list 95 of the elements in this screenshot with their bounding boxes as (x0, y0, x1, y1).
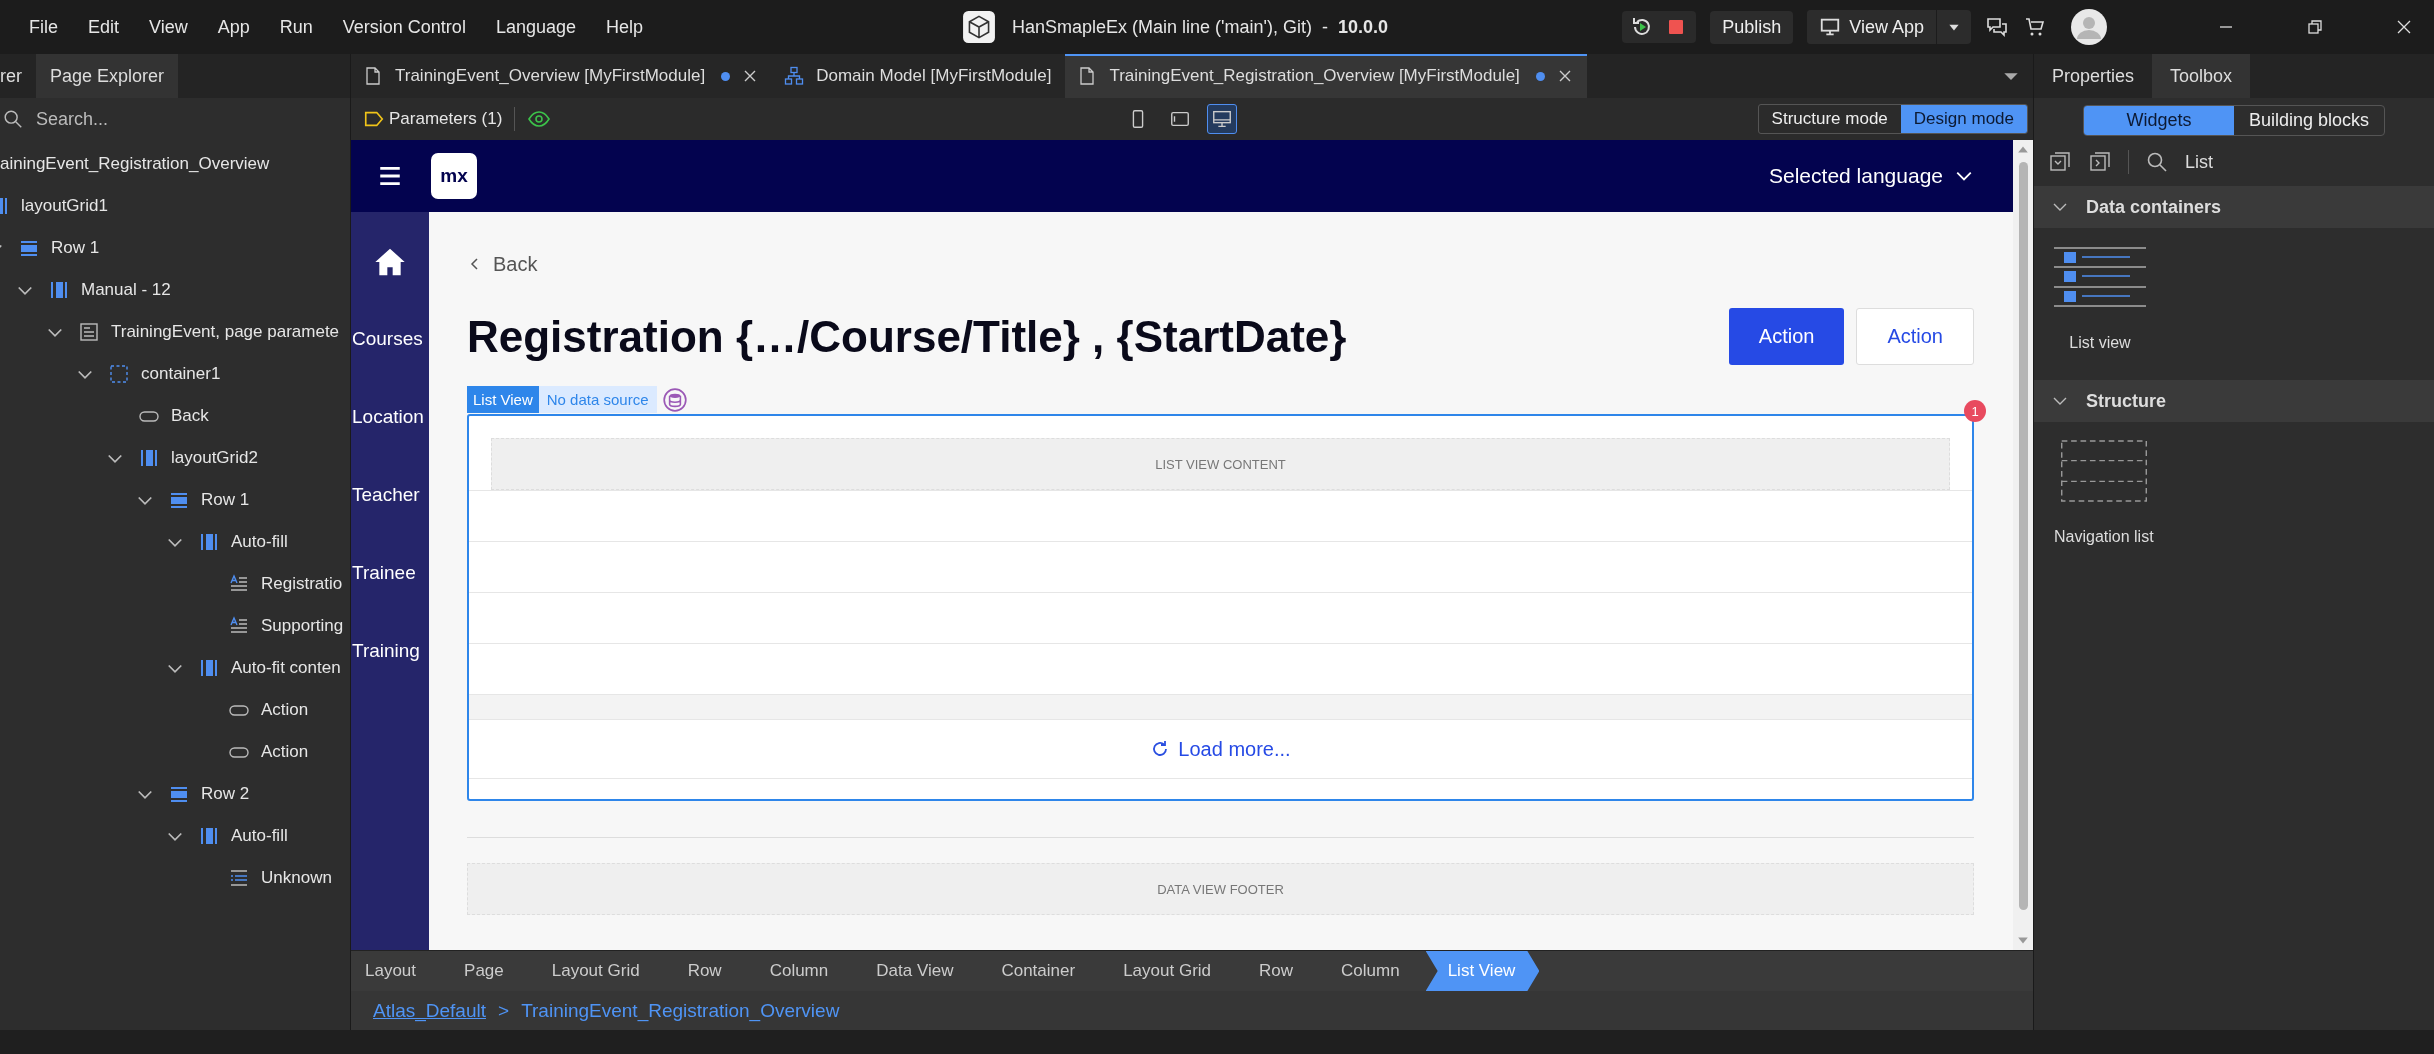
widget-label: Navigation list (2054, 528, 2154, 546)
search-icon (2, 108, 24, 130)
avatar-icon[interactable] (2071, 9, 2107, 45)
columns-icon (49, 280, 69, 300)
tree-item[interactable]: TrainingEvent, page paramete (111, 322, 340, 342)
tree-item[interactable]: Manual - 12 (81, 280, 171, 300)
restore-icon[interactable] (2305, 17, 2325, 37)
tree-item[interactable]: Row 1 (201, 490, 250, 510)
panel-tab[interactable]: rer (0, 54, 36, 98)
action-button[interactable]: Action (1728, 308, 1845, 365)
columns-icon (199, 532, 219, 552)
list-view[interactable]: LIST VIEW CONTENT Load more... (467, 414, 1974, 801)
collapse-all-icon[interactable] (2048, 150, 2072, 174)
path-separator: > (498, 1000, 510, 1022)
monitor-icon (1819, 16, 1842, 38)
menu-item[interactable]: Run (279, 16, 313, 38)
list-view-content: LIST VIEW CONTENT (491, 438, 1950, 490)
action-button[interactable]: Action (1856, 308, 1974, 365)
segment-toggle[interactable]: Widgets (2084, 105, 2234, 135)
widget-tag: List View (467, 386, 539, 413)
nav-item[interactable]: Training (351, 640, 420, 662)
list-icon (229, 868, 249, 888)
panel-tab[interactable]: Toolbox (2152, 54, 2251, 98)
section-title[interactable]: Structure (2086, 390, 2166, 412)
nav-item[interactable]: Teacher (351, 484, 420, 506)
error-badge: 1 (1964, 400, 1986, 422)
tree-item[interactable]: Unknown (261, 868, 332, 888)
menu-item[interactable]: File (29, 16, 58, 38)
chat-icon[interactable] (1985, 15, 2009, 39)
tree-item[interactable]: Row 1 (51, 238, 100, 258)
menu-item[interactable]: App (217, 16, 250, 38)
logo: mx (431, 153, 477, 199)
version-text: 10.0.0 (1337, 16, 1388, 38)
database-icon[interactable] (662, 387, 687, 412)
hierarchy-icon (784, 66, 805, 86)
publish-button[interactable]: Publish (1710, 10, 1794, 44)
tree-item[interactable]: Row 2 (201, 784, 250, 804)
rows-icon (19, 238, 39, 258)
tree-item[interactable]: ainingEvent_Registration_Overview (0, 154, 270, 174)
project-name: HanSmapleEx (Main line ('main'), Git) (1012, 16, 1312, 38)
tree-item[interactable]: Auto-fill (231, 826, 288, 846)
widget-label: List view (2069, 334, 2131, 352)
menu-item[interactable]: Help (606, 16, 643, 38)
columns-icon (139, 448, 159, 468)
panel-tab[interactable]: Page Explorer (36, 54, 179, 98)
segment-toggle[interactable]: Building blocks (2234, 105, 2384, 135)
menu-item[interactable]: View (149, 16, 188, 38)
rows-icon (169, 490, 189, 510)
menu-item[interactable]: Language (495, 16, 576, 38)
columns-icon (199, 658, 219, 678)
separator-text: - (1321, 16, 1328, 38)
monitor-icon[interactable] (1207, 104, 1238, 134)
columns-icon (199, 826, 219, 846)
page-title: Registration {…/Course/Title} , {StartDate} (467, 311, 1347, 362)
tree-item[interactable]: Registratio (261, 574, 343, 594)
search-icon (2145, 150, 2169, 174)
tree-item[interactable]: layoutGrid1 (21, 196, 108, 216)
home-icon[interactable] (374, 246, 406, 278)
document-icon (363, 66, 383, 86)
nav-item[interactable]: Courses (351, 328, 423, 350)
list-view-icon[interactable] (2054, 246, 2146, 308)
mode-toggle[interactable]: Design mode (1900, 105, 2027, 133)
tree-item[interactable]: Supporting (261, 616, 344, 636)
tree-item[interactable]: Action (261, 742, 309, 762)
language-dropdown[interactable]: Selected language (1769, 164, 1973, 188)
nav-item[interactable]: Location (351, 406, 424, 428)
tree-item[interactable]: Auto-fit conten (231, 658, 341, 678)
mode-toggle[interactable]: Structure mode (1758, 105, 1901, 133)
text-icon (229, 574, 249, 594)
search-field[interactable]: List (2185, 151, 2385, 173)
page-path: TrainingEvent_Registration_Overview (521, 1000, 840, 1022)
data-source-tag: No data source (538, 386, 657, 413)
tree-item[interactable]: Back (171, 406, 209, 426)
tree-item[interactable]: container1 (141, 364, 221, 384)
load-more-button[interactable]: Load more... (1150, 737, 1291, 761)
tree-item[interactable]: Action (261, 700, 309, 720)
dashed-square-icon (109, 364, 129, 384)
cube-icon (962, 10, 996, 44)
data-view-footer: DATA VIEW FOOTER (467, 863, 1974, 915)
menu-item[interactable]: Version Control (342, 16, 466, 38)
rows-icon (169, 784, 189, 804)
panel-tab[interactable]: Properties (2034, 54, 2153, 98)
section-title[interactable]: Data containers (2086, 196, 2222, 218)
search-field[interactable]: Search... (34, 107, 338, 131)
form-icon (79, 322, 99, 342)
expand-all-icon[interactable] (2088, 150, 2112, 174)
parameters-button[interactable]: Parameters (1) (363, 108, 503, 130)
layout-link[interactable]: Atlas_Default (373, 1000, 486, 1022)
back-button[interactable]: Back (467, 252, 1974, 276)
tree-item[interactable]: Auto-fill (231, 532, 288, 552)
editor-tab[interactable]: TrainingEvent_Registration_Overview [MyFirstModule] (1065, 54, 1587, 98)
tree-item[interactable]: layoutGrid2 (171, 448, 258, 468)
menu-item[interactable]: Edit (88, 16, 120, 38)
nav-item[interactable]: Trainee (351, 562, 416, 584)
text-icon (229, 616, 249, 636)
